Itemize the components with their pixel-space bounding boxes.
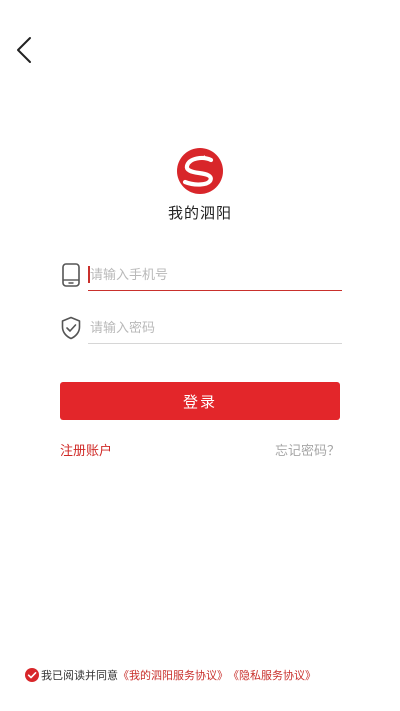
forgot-password-link[interactable]: 忘记密码？ [275, 440, 340, 459]
agreement-prefix: 我已阅读并同意 [41, 669, 118, 682]
text-cursor [88, 266, 90, 283]
password-input[interactable] [88, 313, 342, 344]
privacy-agreement-link[interactable]: 《隐私服务协议》 [228, 667, 316, 683]
sihong-logo-icon [177, 148, 223, 194]
chevron-left-icon [17, 37, 31, 63]
back-button[interactable] [10, 34, 40, 66]
register-link[interactable]: 注册账户 [60, 440, 112, 459]
service-agreement-link[interactable]: 《我的泗阳服务协议》 [118, 667, 228, 683]
check-circle-icon [25, 668, 39, 682]
phone-input[interactable] [88, 260, 342, 291]
agreement-row: 我已阅读并同意 《我的泗阳服务协议》 《隐私服务协议》 [25, 667, 385, 683]
app-logo [177, 148, 223, 194]
login-button[interactable]: 登录 [60, 382, 340, 420]
phone-icon [60, 263, 82, 287]
app-name: 我的泗阳 [167, 204, 232, 222]
shield-check-icon [60, 316, 82, 340]
agreement-checkbox[interactable] [25, 668, 39, 682]
